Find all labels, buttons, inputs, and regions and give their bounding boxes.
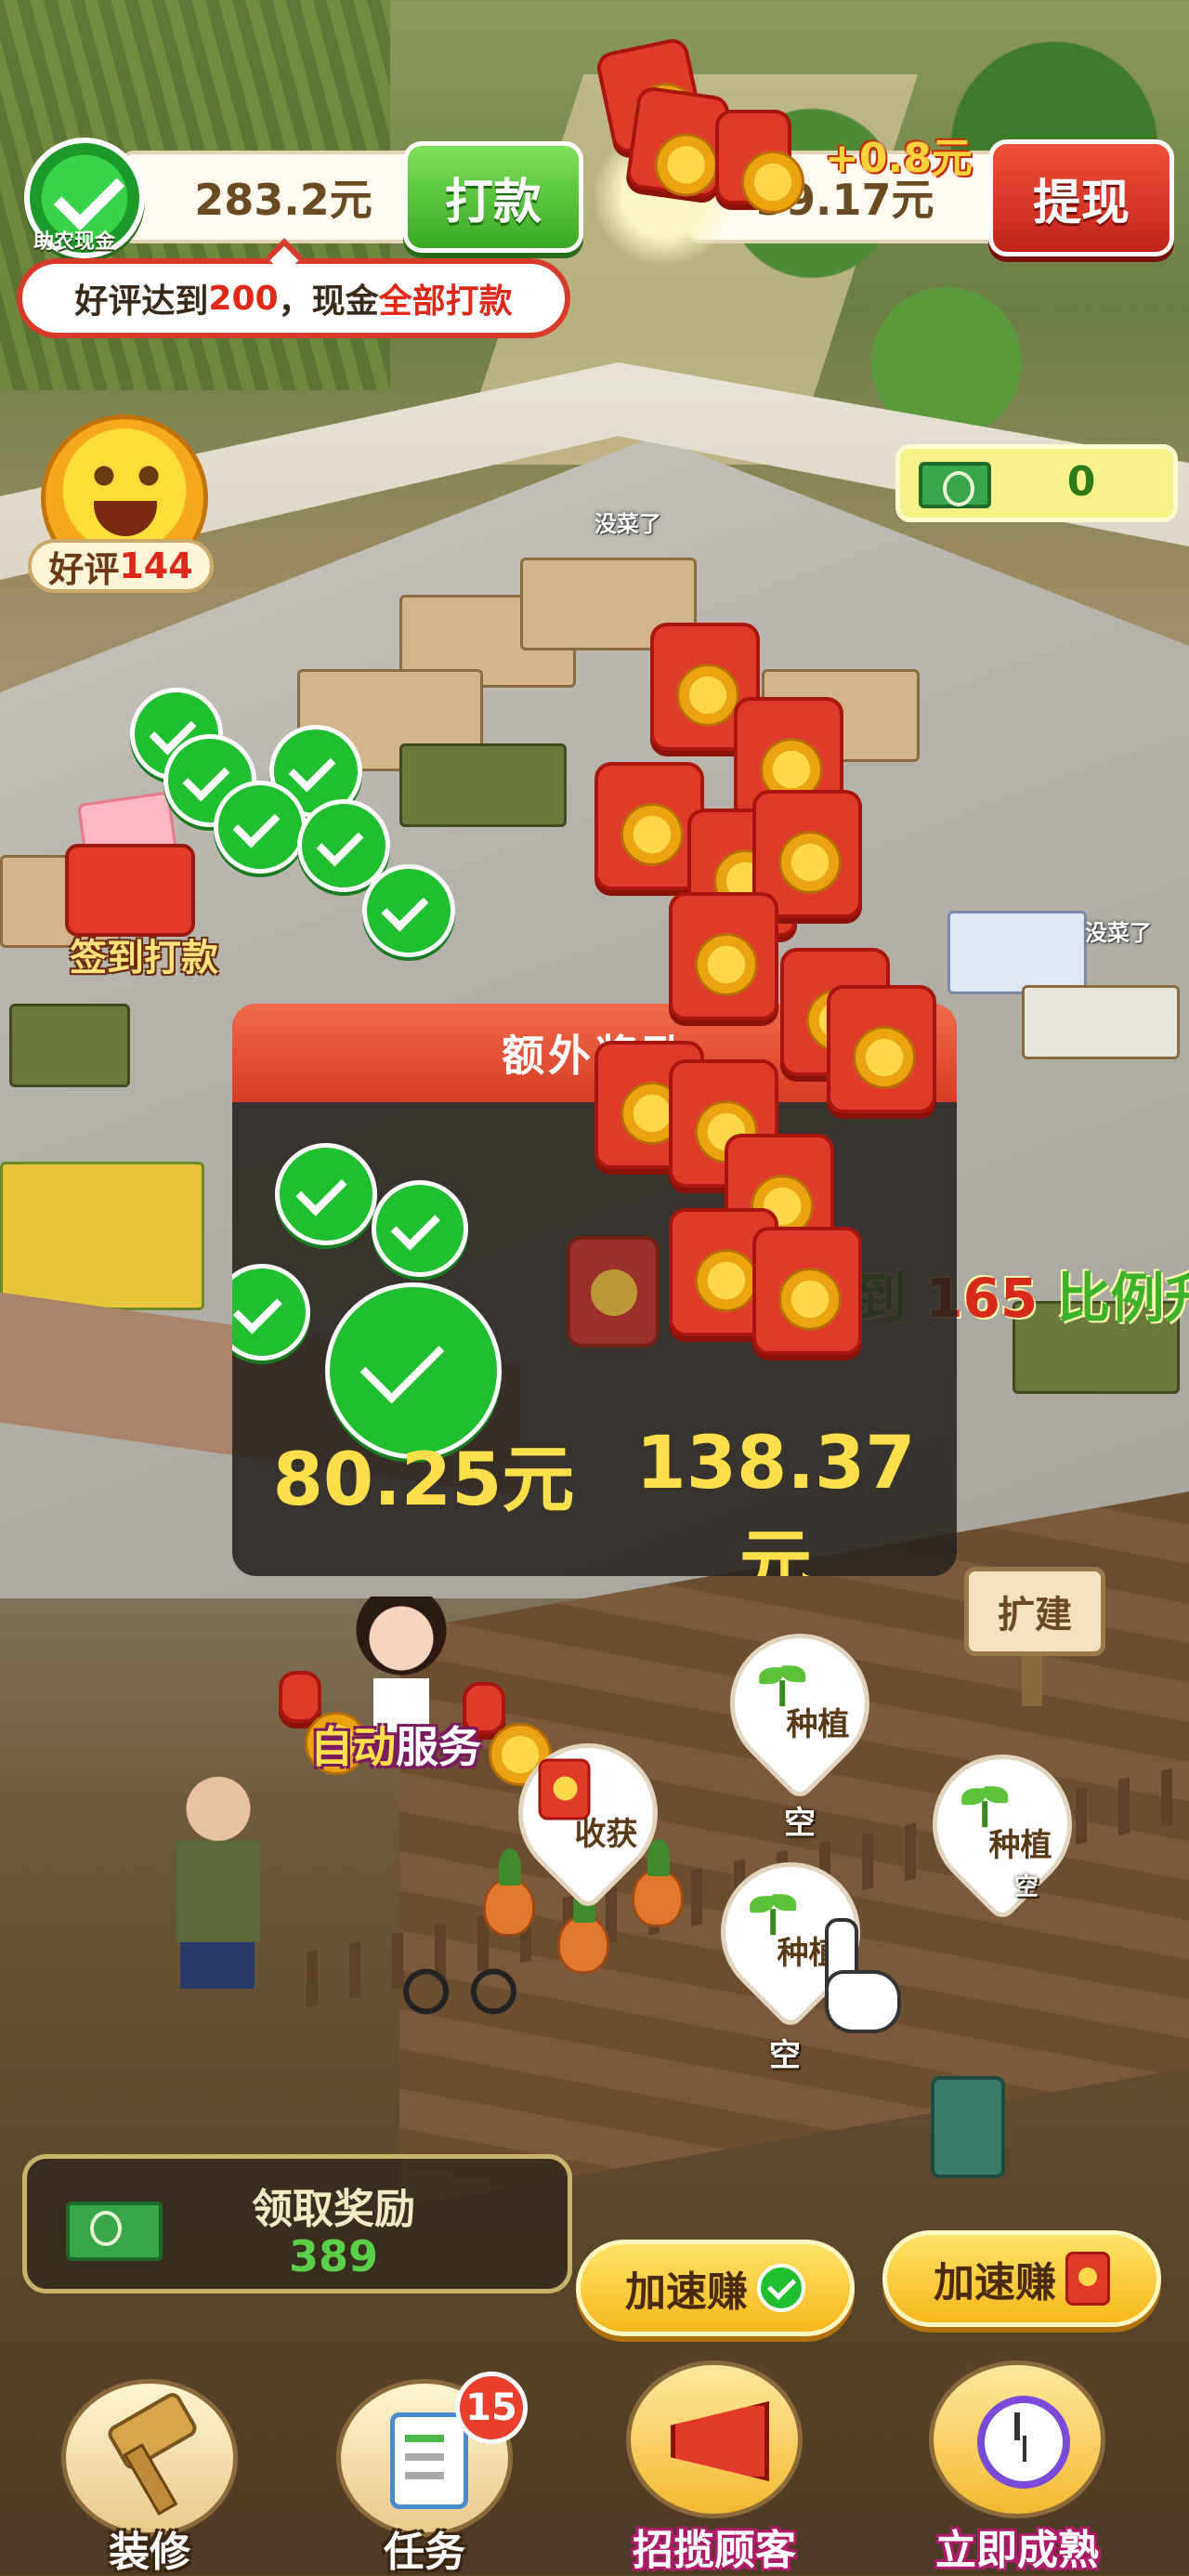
- wechat-reward-value: 80.25元: [272, 1439, 575, 1522]
- cash-balance: 283.2元: [121, 151, 418, 243]
- red-packet-icon: [715, 110, 804, 214]
- claim-value: 389: [288, 2231, 379, 2281]
- withdraw-button[interactable]: 提现: [988, 139, 1174, 256]
- auto-prefix: 自动: [310, 1722, 396, 1772]
- tip-mid: ，现金: [278, 283, 379, 321]
- ratio-suffix: 比例升: [1056, 1267, 1189, 1330]
- produce-crate[interactable]: [9, 1004, 130, 1087]
- expand-button[interactable]: 扩建: [964, 1567, 1105, 1656]
- rating-value: 144: [119, 545, 193, 586]
- pointer-hand-icon: [806, 1918, 901, 2033]
- no-dish-label: 没菜了: [1085, 920, 1152, 946]
- plot-action-label: 种植: [786, 1705, 850, 1743]
- speed-earn-redpacket-button[interactable]: 加速赚: [882, 2230, 1161, 2327]
- plot-status-label: 空: [784, 1805, 816, 1842]
- increment-label: +0.8元: [825, 135, 973, 182]
- speed-earn-wechat-button[interactable]: 加速赚: [576, 2240, 855, 2336]
- wechat-icon: [757, 2264, 805, 2312]
- nav-label: 立即成熟: [935, 2527, 1099, 2574]
- auto-service-label[interactable]: 自动服务: [294, 1714, 498, 1775]
- plot-status-label: 空: [1014, 1873, 1039, 1901]
- clipboard-icon: [377, 2407, 470, 2509]
- cash-icon: [919, 462, 991, 508]
- tip-number: 200: [208, 279, 279, 318]
- trash-bin: [931, 2076, 1005, 2178]
- wechat-icon[interactable]: [362, 864, 455, 957]
- nav-label: 任务: [384, 2529, 465, 2576]
- tip-highlight: 全部打款: [378, 283, 513, 321]
- auto-suffix: 服务: [396, 1722, 481, 1772]
- produce-crate[interactable]: [1022, 985, 1180, 1059]
- cash-icon: [66, 2201, 163, 2261]
- wechat-icon[interactable]: [214, 781, 307, 874]
- carrot: [557, 1886, 609, 1974]
- carrot: [483, 1848, 535, 1937]
- produce-crate[interactable]: [399, 743, 567, 827]
- rating-label: 好评 144: [28, 539, 214, 593]
- gift-box-icon: [65, 844, 195, 937]
- wechat-icon: [372, 1180, 468, 1277]
- no-dish-label: 没菜了: [594, 511, 661, 537]
- money-counter[interactable]: 0: [895, 444, 1178, 522]
- speed-label: 加速赚: [934, 2259, 1056, 2307]
- tip-prefix: 好评达到: [74, 283, 209, 321]
- wechat-icon: [275, 1143, 377, 1245]
- rating-tip: 好评达到 200 ，现金 全部打款: [17, 258, 570, 338]
- plot-status-label: 空: [769, 2037, 801, 2074]
- nav-attract-customers[interactable]: 招揽顾客: [617, 2360, 812, 2574]
- nav-label: 装修: [109, 2529, 190, 2576]
- money-counter-value: 0: [1066, 458, 1096, 506]
- red-packet-icon: [1065, 2252, 1110, 2306]
- sign-post: [1022, 1650, 1042, 1706]
- nav-decorate[interactable]: 装修: [52, 2379, 247, 2576]
- nav-ripen-now[interactable]: 立即成熟: [920, 2360, 1115, 2574]
- red-packet-stack-icon: [594, 35, 732, 221]
- wechat-icon: [232, 1264, 310, 1360]
- bicycle: [399, 1933, 520, 2017]
- speed-label: 加速赚: [625, 2268, 748, 2316]
- claim-title: 领取奖励: [252, 2186, 415, 2233]
- plot-action-label: 种植: [988, 1826, 1052, 1864]
- rating-text: 好评: [48, 548, 120, 590]
- badge-label: 助农现金: [33, 230, 116, 254]
- nav-label: 招揽顾客: [633, 2527, 796, 2574]
- hammer-icon: [102, 2407, 195, 2500]
- redpacket-reward-value: 138.37元: [635, 1422, 916, 1576]
- red-packet-shower: [594, 613, 985, 1375]
- checkin-label[interactable]: 签到打款: [46, 927, 242, 981]
- megaphone-icon: [667, 2388, 760, 2481]
- pay-button[interactable]: 打款: [403, 141, 583, 253]
- plot-action-label: 收获: [574, 1815, 638, 1853]
- carrot: [632, 1839, 684, 1927]
- claim-reward-panel[interactable]: 领取奖励 389: [22, 2154, 572, 2293]
- corn-crate[interactable]: [0, 1162, 204, 1310]
- task-count-badge: 15: [455, 2372, 528, 2444]
- farmer-character: [158, 1773, 279, 1996]
- clock-icon: [970, 2388, 1070, 2489]
